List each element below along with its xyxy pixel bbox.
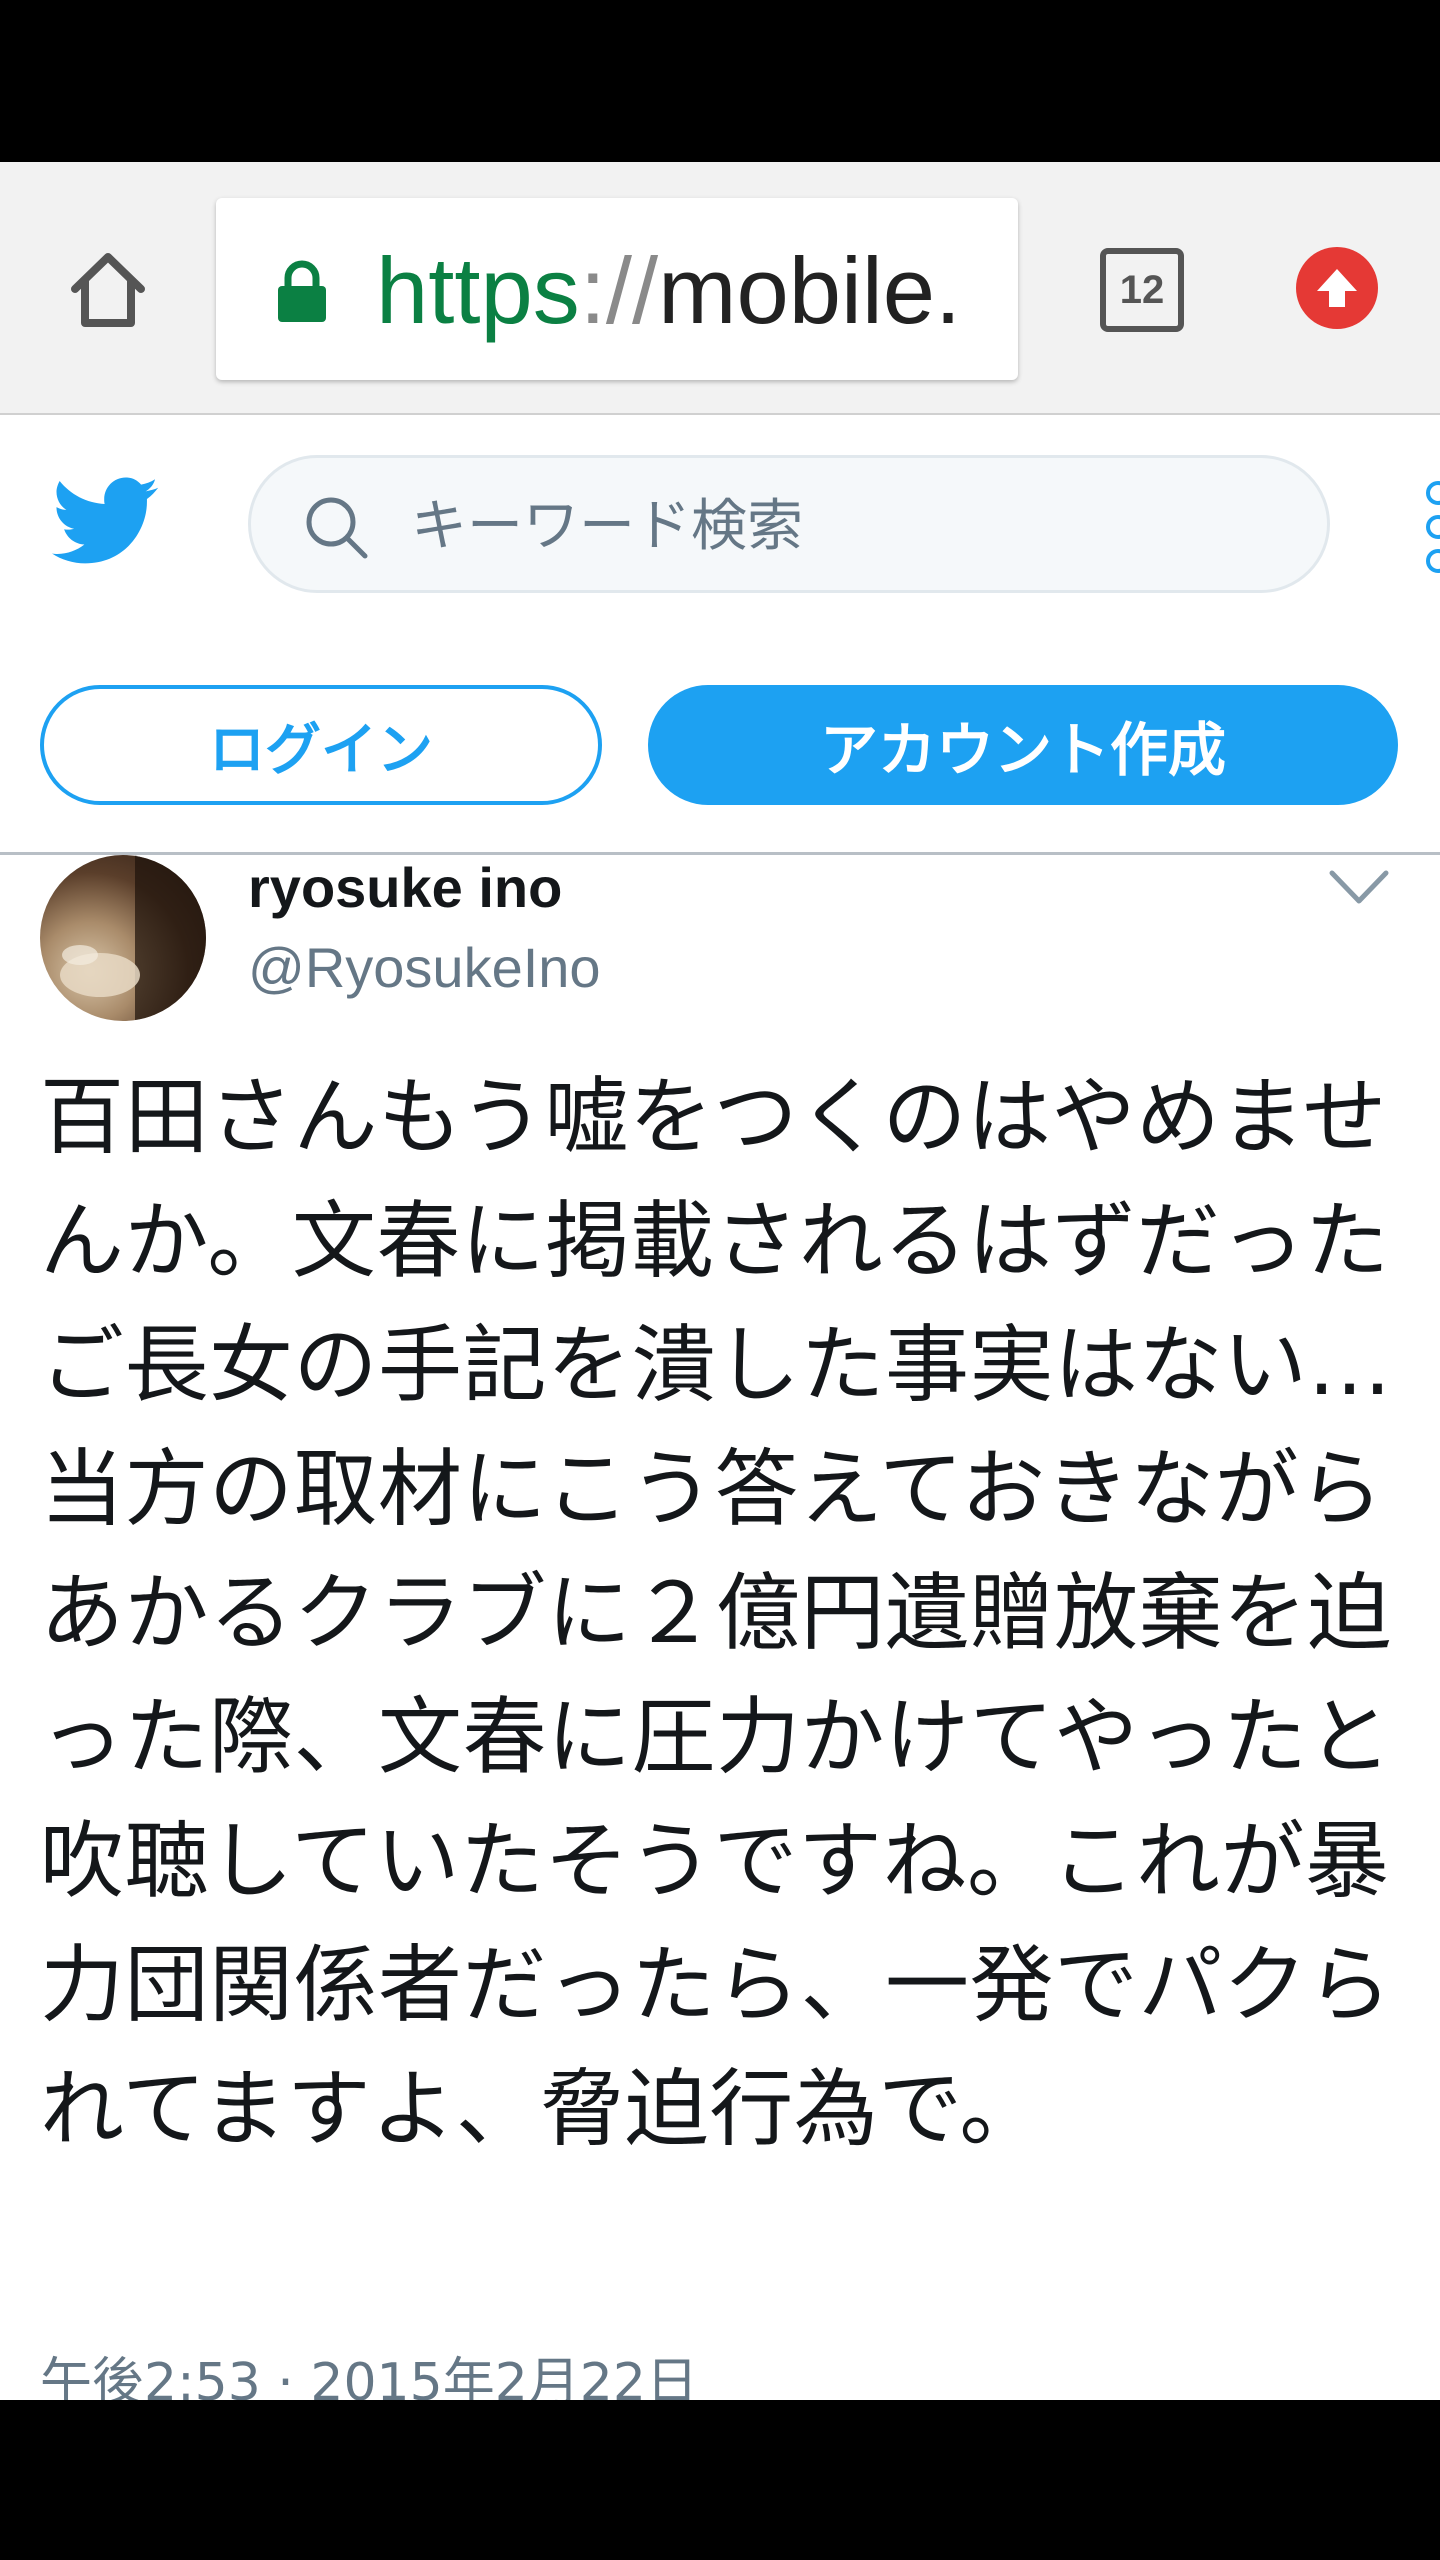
home-icon[interactable] xyxy=(58,240,158,340)
tweet-text: 百田さんもう嘘をつくのはやめませんか。文春に掲載されるはずだったご長女の手記を潰… xyxy=(40,1068,1393,2158)
lock-icon xyxy=(278,260,326,322)
search-input[interactable] xyxy=(411,482,1291,570)
status-bar-area xyxy=(0,0,1440,162)
url-bar[interactable]: https://mobile. xyxy=(216,198,1018,380)
tab-count: 12 xyxy=(1119,267,1165,312)
chevron-down-icon[interactable] xyxy=(1326,865,1392,909)
browser-toolbar: https://mobile. 12 xyxy=(0,162,1440,415)
tweet-author-handle[interactable]: @RyosukeIno xyxy=(248,935,601,1001)
more-options-icon[interactable] xyxy=(1420,479,1440,575)
navigation-bar-area xyxy=(0,2400,1440,2560)
update-arrow-icon[interactable] xyxy=(1296,247,1378,329)
url-scheme: https xyxy=(376,238,580,343)
search-box[interactable] xyxy=(248,455,1330,593)
twitter-page: ログイン アカウント作成 ryosuke ino @RyosukeIno 百田さ… xyxy=(0,415,1440,2400)
tweet-timestamp[interactable]: 午後2:53 · 2015年2月22日 xyxy=(40,2343,698,2400)
signup-button[interactable]: アカウント作成 xyxy=(648,685,1398,805)
tweet-author-name[interactable]: ryosuke ino xyxy=(248,855,562,921)
twitter-header: ログイン アカウント作成 xyxy=(0,415,1440,855)
tab-switcher-button[interactable]: 12 xyxy=(1100,248,1184,332)
avatar[interactable] xyxy=(40,855,206,1021)
url-separator: :// xyxy=(579,238,659,343)
url-host: mobile. xyxy=(658,238,962,343)
login-button[interactable]: ログイン xyxy=(40,685,602,805)
twitter-bird-icon[interactable] xyxy=(52,477,160,567)
url-text: https://mobile. xyxy=(376,236,961,346)
search-icon xyxy=(306,497,368,559)
